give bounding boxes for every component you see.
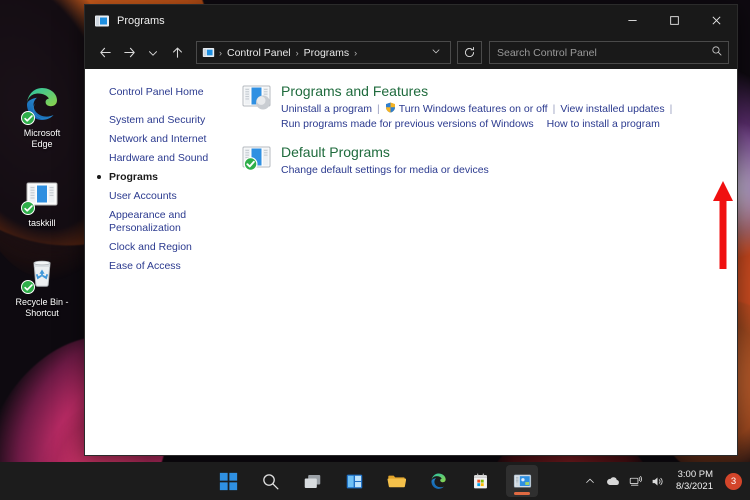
search-input[interactable]: Search Control Panel [489,41,729,64]
control-panel-button[interactable] [506,465,538,497]
refresh-button[interactable] [457,41,482,64]
control-panel-window: Programs › Control Panel › Programs › Se… [84,4,738,456]
active-app-underline [514,492,530,495]
control-panel-sidebar: Control Panel Home System and Security N… [85,69,232,455]
search-icon[interactable] [711,44,723,62]
navigation-toolbar: › Control Panel › Programs › Search Cont… [85,36,737,69]
back-button[interactable] [93,41,117,65]
window-title: Programs [117,14,165,27]
breadcrumb-item-programs[interactable]: Programs [301,46,353,60]
link-run-programs-for-previous-versions[interactable]: Run programs made for previous versions … [281,118,534,130]
desktop-icon-grid: Microsoft Edge taskkill Recycle Bin - Sh… [0,78,84,337]
sidebar-item-label: Programs [109,171,159,183]
start-button[interactable] [212,465,244,497]
notification-badge[interactable]: 3 [725,472,742,490]
category-links: Change default settings for media or dev… [281,163,719,178]
link-divider: | [552,103,556,115]
network-icon[interactable] [629,475,643,488]
window-titlebar[interactable]: Programs [85,5,737,36]
maximize-button[interactable] [653,5,695,36]
taskbar-app-area [212,465,538,497]
search-button[interactable] [254,465,286,497]
address-bar-chevron-down-icon[interactable] [426,44,446,62]
breadcrumb-separator: › [295,47,299,58]
category-default-programs: Default Programs Change default settings… [242,144,719,178]
volume-icon[interactable] [651,475,664,488]
clock-and-date[interactable]: 3:00 PM 8/3/2021 [673,467,716,495]
link-view-installed-updates[interactable]: View installed updates [560,103,664,115]
sidebar-item-programs[interactable]: Programs [85,168,232,187]
category-title-default-programs[interactable]: Default Programs [281,144,719,161]
show-hidden-icons-chevron-up-icon[interactable] [584,475,596,487]
breadcrumb-item-control-panel[interactable]: Control Panel [224,46,294,60]
link-change-default-settings[interactable]: Change default settings for media or dev… [281,164,489,176]
control-panel-content: Programs and Features Uninstall a progra… [232,69,737,455]
sidebar-item-ease-of-access[interactable]: Ease of Access [85,257,232,276]
category-links: Uninstall a program | Turn Windows feature… [281,102,719,132]
desktop-icon-microsoft-edge[interactable]: Microsoft Edge [0,78,84,158]
application-window-icon [21,174,62,215]
current-item-bullet-icon [97,175,101,179]
microsoft-store-button[interactable] [464,465,496,497]
programs-and-features-icon [242,83,271,112]
link-turn-windows-features-on-or-off[interactable]: Turn Windows features on or off [399,103,548,115]
address-bar-control-panel-icon [202,46,215,59]
onedrive-cloud-icon[interactable] [605,475,620,487]
category-body: Default Programs Change default settings… [281,144,719,178]
sidebar-item-clock-and-region[interactable]: Clock and Region [85,238,232,257]
sidebar-item-control-panel-home[interactable]: Control Panel Home [85,83,232,102]
link-uninstall-a-program[interactable]: Uninstall a program [281,103,372,115]
task-view-button[interactable] [296,465,328,497]
link-divider [534,118,547,130]
desktop-icon-label: taskkill [28,218,56,228]
widgets-button[interactable] [338,465,370,497]
default-programs-icon [242,144,271,173]
windows-taskbar: 3:00 PM 8/3/2021 3 [0,462,750,500]
category-title-programs-and-features[interactable]: Programs and Features [281,83,719,100]
address-bar[interactable]: › Control Panel › Programs › [196,41,451,64]
sync-check-badge [21,280,35,294]
breadcrumb-separator: › [354,47,358,58]
link-divider: | [377,103,380,115]
system-tray: 3:00 PM 8/3/2021 3 [584,467,742,495]
sidebar-item-system-and-security[interactable]: System and Security [85,111,232,130]
window-body: Control Panel Home System and Security N… [85,69,737,455]
microsoft-edge-icon [21,84,62,125]
link-how-to-install-a-program[interactable]: How to install a program [547,118,660,130]
control-panel-icon [94,13,110,29]
search-placeholder: Search Control Panel [497,46,597,59]
desktop-icon-label: Recycle Bin - Shortcut [15,297,69,318]
desktop-icon-label: Microsoft Edge [23,128,61,149]
sidebar-item-network-and-internet[interactable]: Network and Internet [85,130,232,149]
clock-date: 8/3/2021 [676,481,713,492]
sidebar-item-hardware-and-sound[interactable]: Hardware and Sound [85,149,232,168]
desktop-icon-recycle-bin-shortcut[interactable]: Recycle Bin - Shortcut [0,247,84,327]
link-divider: | [669,103,673,115]
annotation-arrow-icon [710,179,736,276]
sync-check-badge [21,111,35,125]
sidebar-item-appearance-and-personalization[interactable]: Appearance and Personalization [85,206,232,238]
sync-check-badge [21,201,35,215]
recycle-bin-icon [21,253,62,294]
breadcrumb-separator: › [219,47,222,58]
microsoft-edge-button[interactable] [422,465,454,497]
minimize-button[interactable] [611,5,653,36]
clock-time: 3:00 PM [677,469,713,480]
desktop-icon-taskkill[interactable]: taskkill [0,168,84,237]
sidebar-item-user-accounts[interactable]: User Accounts [85,187,232,206]
category-body: Programs and Features Uninstall a progra… [281,83,719,132]
close-button[interactable] [695,5,737,36]
recent-locations-chevron-down-icon[interactable] [141,41,165,65]
up-button[interactable] [165,41,189,65]
forward-button[interactable] [117,41,141,65]
file-explorer-button[interactable] [380,465,412,497]
uac-shield-icon [385,102,396,113]
category-programs-and-features: Programs and Features Uninstall a progra… [242,83,719,132]
